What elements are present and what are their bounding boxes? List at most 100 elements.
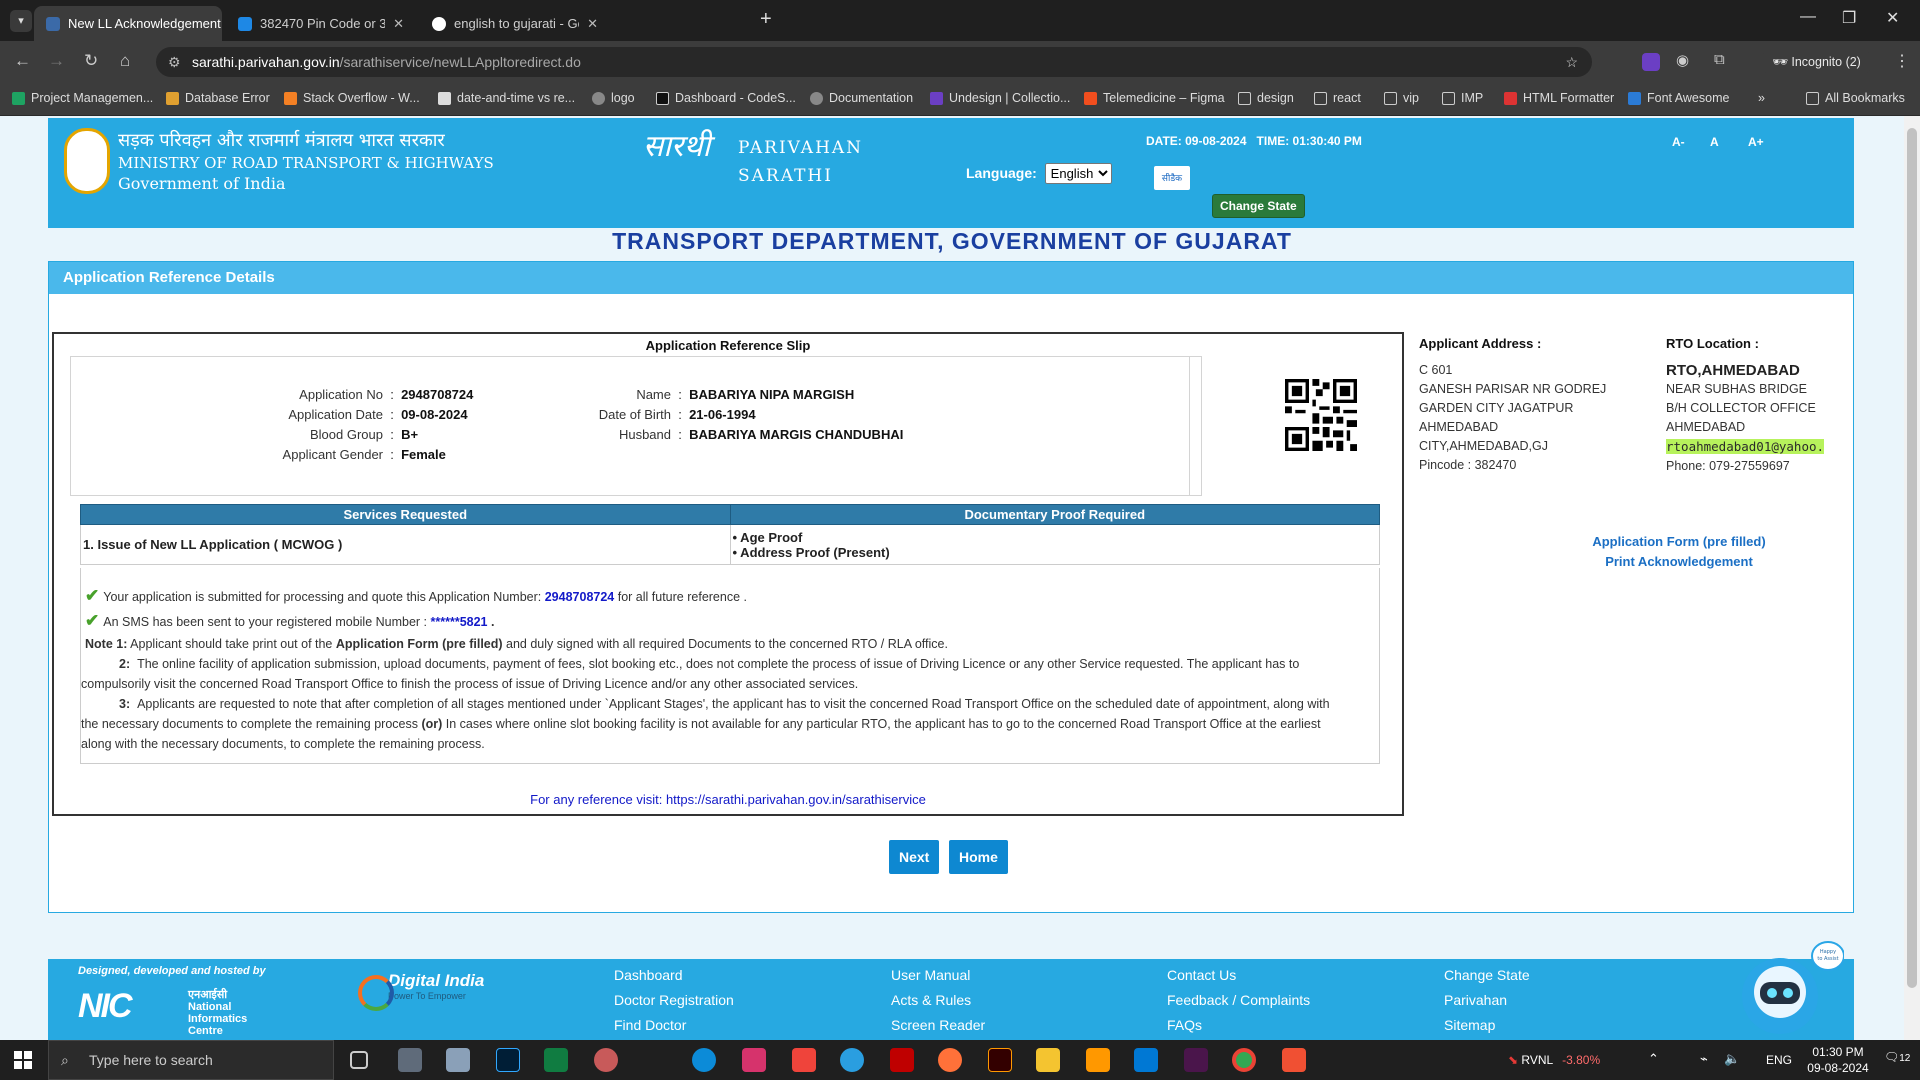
side-links: Application Form (pre filled) Print Ackn…	[1539, 532, 1819, 572]
parivahan-link[interactable]: Parivahan	[1444, 988, 1530, 1013]
more-bookmarks-icon[interactable]: »	[1758, 91, 1765, 105]
contact-us-link[interactable]: Contact Us	[1167, 963, 1310, 988]
doctor-registration-link[interactable]: Doctor Registration	[614, 988, 734, 1013]
photoshop-icon[interactable]	[496, 1048, 520, 1072]
clock[interactable]: 01:30 PM 09-08-2024	[1802, 1044, 1874, 1076]
scrollbar-thumb[interactable]	[1907, 128, 1917, 988]
find-doctor-link[interactable]: Find Doctor	[614, 1013, 734, 1038]
next-button[interactable]: Next	[889, 840, 940, 874]
tray-chevron-icon[interactable]: ⌃	[1648, 1051, 1659, 1067]
bookmark-item[interactable]: Documentation	[810, 91, 913, 105]
vscode-icon[interactable]	[1134, 1048, 1158, 1072]
incognito-profile[interactable]: 🕶 Incognito (2)	[1760, 49, 1873, 75]
bookmark-folder[interactable]: vip	[1384, 91, 1419, 105]
tab-search-icon[interactable]: ▾	[10, 10, 32, 32]
taskbar-search[interactable]: ⌕ Type here to search	[48, 1040, 334, 1080]
calculator-icon[interactable]	[398, 1048, 422, 1072]
screen-reader-link[interactable]: Screen Reader	[891, 1013, 985, 1038]
home-icon[interactable]: ⌂	[120, 51, 130, 71]
acts-rules-link[interactable]: Acts & Rules	[891, 988, 985, 1013]
home-button[interactable]: Home	[949, 840, 1008, 874]
tab-google[interactable]: english to gujarati - Google Sea ✕	[420, 6, 610, 41]
back-icon[interactable]: ←	[14, 51, 31, 71]
app-icon[interactable]	[742, 1048, 766, 1072]
task-view-icon[interactable]	[350, 1051, 368, 1069]
app-icon[interactable]	[446, 1048, 470, 1072]
git-icon[interactable]	[1282, 1048, 1306, 1072]
close-icon[interactable]: ✕	[587, 16, 598, 32]
bookmark-item[interactable]: Undesign | Collectio...	[930, 91, 1070, 105]
network-icon[interactable]: ⌁	[1700, 1051, 1708, 1067]
language-indicator[interactable]: ENG	[1766, 1052, 1792, 1068]
menu-dots-icon[interactable]: ⋮	[1894, 51, 1910, 71]
filezilla-icon[interactable]	[890, 1048, 914, 1072]
site-info-icon[interactable]: ⚙	[168, 47, 181, 77]
application-form-link[interactable]: Application Form (pre filled)	[1539, 532, 1819, 552]
bookmark-item[interactable]: logo	[592, 91, 635, 105]
edge-icon[interactable]	[692, 1048, 716, 1072]
slack-icon[interactable]	[1184, 1048, 1208, 1072]
notification-icon[interactable]: 🗨12	[1884, 1050, 1910, 1064]
codesandbox-icon	[656, 91, 669, 105]
new-tab-icon[interactable]: +	[760, 8, 772, 31]
sublime-icon[interactable]	[1086, 1048, 1110, 1072]
tab-new-ll-ack[interactable]: New LL Acknowledgement ✕	[34, 6, 222, 41]
bookmark-item[interactable]: Project Managemen...	[12, 91, 153, 105]
url-input[interactable]: ⚙ sarathi.parivahan.gov.in/sarathiservic…	[156, 47, 1592, 77]
minimize-icon[interactable]: —	[1800, 8, 1816, 26]
change-state-button[interactable]: Change State	[1212, 194, 1305, 218]
stock-trend-icon: ⬊	[1508, 1053, 1519, 1067]
tab-pincode[interactable]: 382470 Pin Code or 382470 Pin ✕	[226, 6, 416, 41]
chrome-icon[interactable]	[1232, 1048, 1256, 1072]
language-select[interactable]: English	[1044, 163, 1112, 184]
bookmark-item[interactable]: HTML Formatter	[1504, 91, 1614, 105]
user-manual-link[interactable]: User Manual	[891, 963, 985, 988]
stock-widget[interactable]: ⬊ RVNL -3.80%	[1508, 1052, 1618, 1068]
dashboard-link[interactable]: Dashboard	[614, 963, 734, 988]
firefox-icon[interactable]	[938, 1048, 962, 1072]
forward-icon[interactable]: →	[48, 51, 65, 71]
font-increase-button[interactable]: A+	[1748, 135, 1764, 149]
bookmark-item[interactable]: Database Error	[166, 91, 270, 105]
restore-icon[interactable]: ❐	[1842, 8, 1856, 28]
bookmark-item[interactable]: Dashboard - CodeS...	[656, 91, 796, 105]
folder-icon	[1442, 91, 1455, 105]
sheet-icon	[12, 91, 25, 105]
bookmark-item[interactable]: Stack Overflow - W...	[284, 91, 420, 105]
change-state-link[interactable]: Change State	[1444, 963, 1530, 988]
bookmark-item[interactable]: date-and-time vs re...	[438, 91, 575, 105]
assistant-bot-icon[interactable]: Happy to Assist	[1738, 934, 1844, 1040]
print-acknowledgement-link[interactable]: Print Acknowledgement	[1539, 552, 1819, 572]
font-decrease-button[interactable]: A-	[1672, 135, 1685, 149]
bookmark-item[interactable]: Font Awesome	[1628, 91, 1729, 105]
all-bookmarks[interactable]: All Bookmarks	[1806, 91, 1905, 105]
reference-link[interactable]: For any reference visit: https://sarathi…	[54, 792, 1402, 807]
speaker-icon[interactable]: 🔈	[1724, 1051, 1740, 1067]
camera-icon[interactable]: ◉	[1676, 51, 1689, 69]
close-icon[interactable]: ✕	[393, 16, 404, 32]
page-scrollbar[interactable]	[1904, 116, 1920, 1040]
windows-start-icon[interactable]	[14, 1051, 32, 1069]
html-formatter-icon	[1504, 91, 1517, 105]
bookmark-item[interactable]: Telemedicine – Figma	[1084, 91, 1225, 105]
excel-icon[interactable]	[544, 1048, 568, 1072]
reload-icon[interactable]: ↻	[84, 51, 98, 71]
app-icon[interactable]	[840, 1048, 864, 1072]
font-normal-button[interactable]: A	[1710, 135, 1719, 149]
extensions-puzzle-icon[interactable]: ⧉	[1714, 51, 1725, 68]
app-icon[interactable]	[594, 1048, 618, 1072]
bookmark-folder[interactable]: design	[1238, 91, 1294, 105]
bookmark-star-icon[interactable]: ☆	[1565, 47, 1578, 77]
page-icon	[238, 16, 252, 31]
window-close-icon[interactable]: ✕	[1886, 8, 1899, 28]
footer-col-2: User Manual Acts & Rules Screen Reader	[891, 963, 985, 1038]
illustrator-icon[interactable]	[988, 1048, 1012, 1072]
faqs-link[interactable]: FAQs	[1167, 1013, 1310, 1038]
extension-icon[interactable]	[1642, 53, 1660, 71]
bookmark-folder[interactable]: IMP	[1442, 91, 1483, 105]
sitemap-link[interactable]: Sitemap	[1444, 1013, 1530, 1038]
file-explorer-icon[interactable]	[1036, 1048, 1060, 1072]
bookmark-folder[interactable]: react	[1314, 91, 1361, 105]
feedback-link[interactable]: Feedback / Complaints	[1167, 988, 1310, 1013]
anydesk-icon[interactable]	[792, 1048, 816, 1072]
